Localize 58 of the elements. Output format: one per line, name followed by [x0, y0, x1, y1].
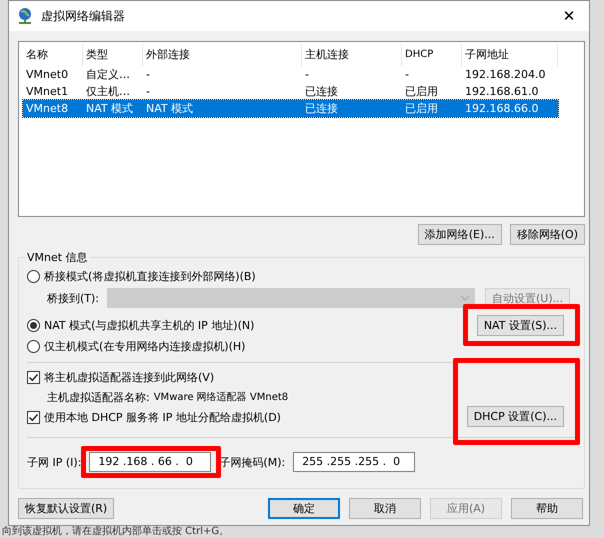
caret-icon [460, 295, 470, 301]
radio-button[interactable] [27, 318, 40, 332]
table-cell-text: VMnet8 [25, 102, 70, 115]
table-cell-text: - [145, 68, 151, 81]
window-title: 虚拟网络编辑器 [41, 8, 126, 24]
column-header[interactable]: 子网地址 [462, 44, 558, 66]
radio-label[interactable]: 桥接模式(将虚拟机直接连接到外部网络)(B) [44, 268, 256, 284]
field-label: 桥接到(T): [47, 290, 100, 306]
table-cell-text: 192.168.66.0 [464, 102, 540, 115]
field-label: 子网掩码(M): [219, 454, 286, 470]
list-button[interactable]: 移除网络(O) [510, 224, 585, 245]
checkbox[interactable] [27, 370, 40, 384]
column-header[interactable]: 名称 [23, 44, 83, 66]
dialog-button[interactable]: 恢复默认设置(R) [18, 498, 114, 519]
dialog-button[interactable]: 确定 [268, 498, 340, 519]
table-cell-text: 已连接 [304, 101, 339, 116]
table-cell-text: - [304, 68, 310, 81]
table-cell-text: 192.168.61.0 [464, 85, 540, 98]
table-cell-text: 仅主机… [85, 84, 131, 99]
radio-button[interactable] [27, 340, 40, 352]
radio-label[interactable]: NAT 模式(与虚拟机共享主机的 IP 地址)(N) [44, 318, 254, 332]
close-button[interactable]: ✕ [549, 1, 589, 31]
column-header[interactable]: 主机连接 [302, 44, 402, 66]
checkbox-label[interactable]: 将主机虚拟适配器连接到此网络(V) [44, 370, 214, 384]
table-cell-text: 自定义… [85, 67, 131, 82]
table-row[interactable]: VMnet0 自定义… - - - 192.168.204.0 [23, 66, 580, 83]
table-cell-text: NAT 模式 [85, 101, 134, 116]
group-title: VMnet 信息 [25, 250, 90, 265]
status-text: 向到该虚拟机，请在虚拟机内部单击或按 Ctrl+G。 [1, 526, 230, 537]
table-cell-text: 已启用 [404, 84, 439, 99]
settings-button[interactable]: DHCP 设置(C)... [466, 406, 564, 427]
table-cell-text: VMnet0 [25, 68, 70, 81]
adapter-name-label: 主机虚拟适配器名称: [47, 390, 150, 404]
column-header[interactable]: 外部连接 [143, 44, 302, 66]
table-row[interactable]: VMnet8 NAT 模式 NAT 模式 已连接 已启用 192.168.66.0 [23, 100, 558, 117]
list-button[interactable]: 添加网络(E)... [418, 224, 502, 245]
table-cell-text: - [404, 68, 410, 81]
table-cell-text: VMnet1 [25, 85, 70, 98]
checkbox[interactable] [27, 410, 40, 424]
radio-button[interactable] [27, 270, 40, 282]
network-globe-icon [17, 7, 33, 25]
dialog-button[interactable]: 帮助 [511, 498, 583, 519]
table-cell-text: - [145, 85, 151, 98]
table-row[interactable]: VMnet1 仅主机… - 已连接 已启用 192.168.61.0 [23, 83, 580, 100]
checkbox-label[interactable]: 使用本地 DHCP 服务将 IP 地址分配给虚拟机(D) [44, 410, 281, 424]
table-cell-text: 已启用 [404, 101, 439, 116]
table-cell-text: NAT 模式 [145, 101, 194, 116]
settings-button[interactable]: NAT 设置(S)... [476, 314, 564, 336]
radio-label[interactable]: 仅主机模式(在专用网络内连接虚拟机)(H) [44, 338, 246, 354]
column-header[interactable]: DHCP [402, 44, 462, 66]
dialog-button[interactable]: 取消 [349, 498, 421, 519]
subnet-mask-field[interactable]: 255 .255 .255 . 0 [293, 452, 416, 472]
table-cell-text: 192.168.204.0 [464, 68, 546, 81]
column-header[interactable]: 类型 [83, 44, 143, 66]
adapter-name: VMware 网络适配器 VMnet8 [154, 390, 288, 404]
table-cell-text: 已连接 [304, 84, 339, 99]
field-label: 子网 IP (I): [27, 454, 82, 470]
subnet-ip-field[interactable]: 192 .168 . 66 . 0 [89, 452, 212, 472]
